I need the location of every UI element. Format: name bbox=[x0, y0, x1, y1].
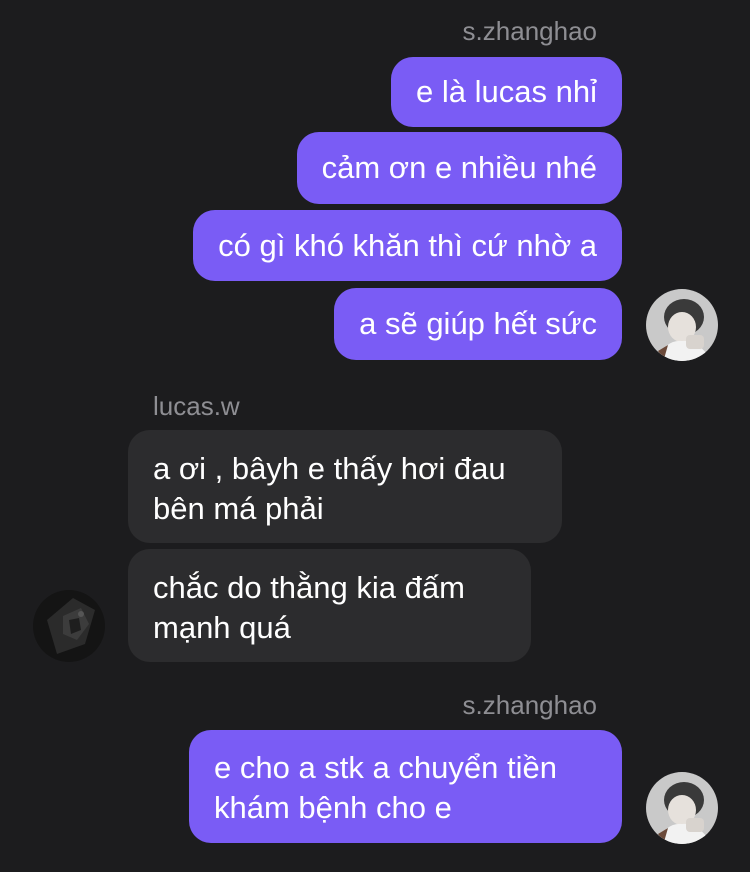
message-line: e cho a stk a chuyển tiền bbox=[214, 750, 557, 785]
sender-name: s.zhanghao bbox=[462, 16, 597, 46]
message-line: bên má phải bbox=[153, 491, 324, 526]
avatar-s-zhanghao[interactable] bbox=[646, 772, 718, 844]
message-line: mạnh quá bbox=[153, 610, 291, 645]
message-bubble-incoming[interactable]: a ơi , bâyh e thấy hơi đau bên má phải bbox=[128, 430, 562, 543]
message-line: chắc do thằng kia đấm bbox=[153, 570, 465, 605]
profile-photo-icon bbox=[646, 289, 718, 361]
message-text: chắc do thằng kia đấm mạnh quá bbox=[153, 568, 465, 648]
message-line: a ơi , bâyh e thấy hơi đau bbox=[153, 451, 506, 486]
message-bubble-outgoing[interactable]: có gì khó khăn thì cứ nhờ a bbox=[193, 210, 622, 281]
message-text: a sẽ giúp hết sức bbox=[359, 306, 597, 341]
profile-photo-icon bbox=[646, 772, 718, 844]
message-bubble-outgoing[interactable]: cảm ơn e nhiều nhé bbox=[296, 132, 622, 204]
message-bubble-outgoing[interactable]: e cho a stk a chuyển tiền khám bệnh cho … bbox=[189, 730, 622, 843]
message-bubble-incoming[interactable]: chắc do thằng kia đấm mạnh quá bbox=[128, 549, 531, 662]
message-line: khám bệnh cho e bbox=[214, 790, 452, 825]
avatar-lucas-w[interactable] bbox=[33, 590, 105, 662]
message-text: a ơi , bâyh e thấy hơi đau bên má phải bbox=[153, 449, 506, 529]
message-text: e là lucas nhỉ bbox=[416, 74, 597, 109]
message-text: e cho a stk a chuyển tiền khám bệnh cho … bbox=[214, 748, 557, 828]
message-bubble-outgoing[interactable]: e là lucas nhỉ bbox=[391, 57, 622, 127]
message-text: cảm ơn e nhiều nhé bbox=[321, 150, 597, 185]
message-text: có gì khó khăn thì cứ nhờ a bbox=[218, 227, 597, 263]
sender-name: lucas.w bbox=[153, 391, 240, 421]
avatar-s-zhanghao[interactable] bbox=[646, 289, 718, 361]
sender-name: s.zhanghao bbox=[462, 690, 597, 720]
profile-photo-icon bbox=[33, 590, 105, 662]
message-bubble-outgoing[interactable]: a sẽ giúp hết sức bbox=[334, 288, 622, 360]
